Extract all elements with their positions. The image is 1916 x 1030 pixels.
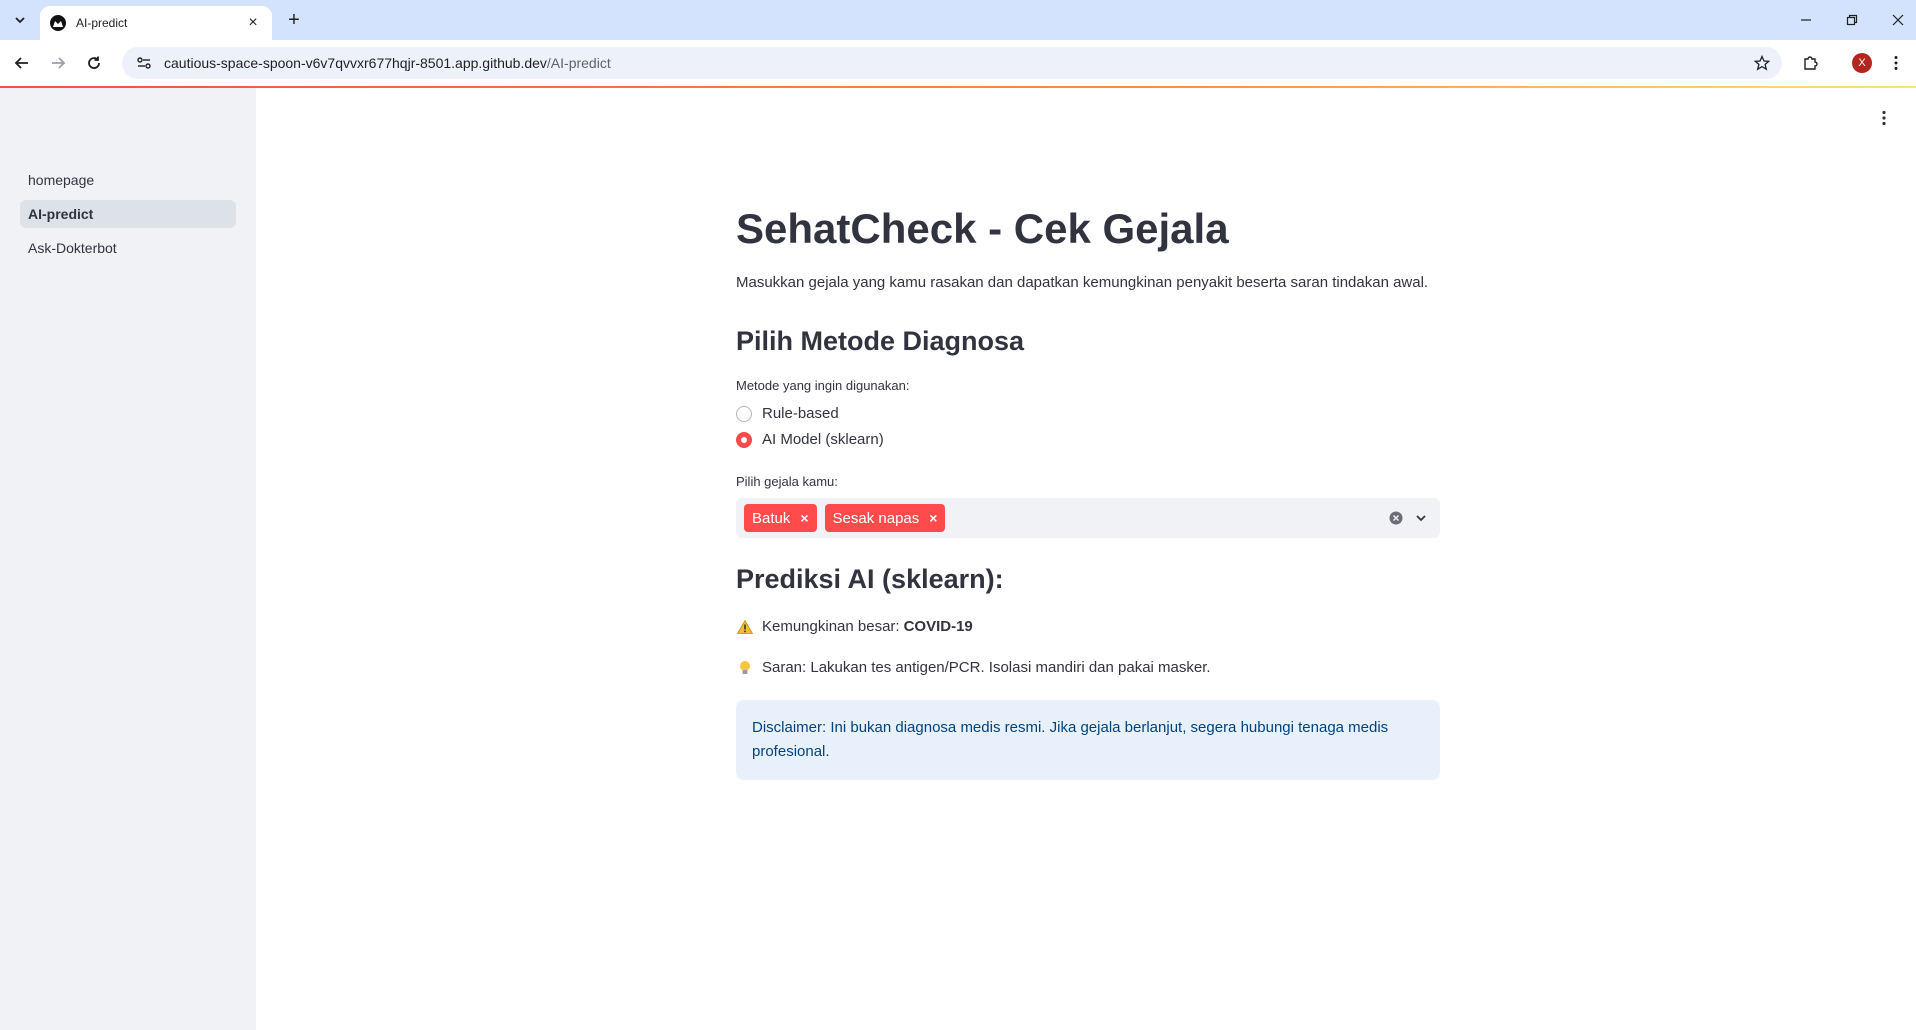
method-heading: Pilih Metode Diagnosa [736,326,1025,356]
sidebar-item-label: AI-predict [28,206,94,222]
app-main-menu-button[interactable] [1872,106,1896,130]
sidebar-item-homepage[interactable]: homepage [20,166,236,194]
method-label: Metode yang ingin digunakan: [736,378,910,393]
radio-rule-based[interactable]: Rule-based [736,405,839,422]
remove-chip-icon[interactable]: × [929,510,937,526]
radio-ai-model[interactable]: AI Model (sklearn) [736,431,884,448]
sidebar-item-ask-dokterbot[interactable]: Ask-Dokterbot [20,234,236,262]
prediction-result: Kemungkinan besar: COVID-19 [736,618,973,635]
browser-tabbar: AI-predict × + [0,0,1916,40]
address-bar[interactable]: cautious-space-spoon-v6v7qvvxr677hqjr-85… [122,47,1782,79]
sidebar: homepage AI-predict Ask-Dokterbot [0,88,256,1030]
prediction-heading: Prediksi AI (sklearn): [736,564,1004,594]
restore-window-icon[interactable] [1840,8,1864,32]
page-header-decoration [0,86,1916,88]
more-vertical-icon [1882,110,1886,126]
radio-circle-checked[interactable] [736,431,752,448]
chevron-down-icon [15,17,25,24]
tab-title: AI-predict [76,16,128,30]
radio-label: Rule-based [762,405,839,422]
new-tab-button[interactable]: + [282,8,306,32]
chevron-down-icon[interactable] [1412,509,1430,527]
disclaimer-alert: Disclaimer: Ini bukan diagnosa medis res… [736,700,1440,780]
extensions-button[interactable] [1798,51,1822,75]
streamlit-favicon-icon [50,15,66,31]
symptom-chip-batuk: Batuk × [744,504,817,532]
bookmark-star-icon[interactable] [1752,53,1772,73]
symptom-label: Pilih gejala kamu: [736,474,838,489]
intro-text: Masukkan gejala yang kamu rasakan dan da… [736,274,1429,291]
url-host: cautious-space-spoon-v6v7qvvxr677hqjr-85… [164,55,547,71]
sidebar-item-label: Ask-Dokterbot [28,240,117,256]
more-vertical-icon [1894,56,1898,70]
arrow-right-icon [52,57,66,69]
back-button[interactable] [10,51,34,75]
minimize-window-icon[interactable] [1794,8,1818,32]
symptom-multiselect[interactable]: Batuk × Sesak napas × [736,498,1440,538]
site-info-icon[interactable] [134,53,154,73]
reload-icon [88,56,100,69]
page-title: SehatCheck - Cek Gejala [736,205,1229,252]
chip-label: Batuk [752,509,791,527]
puzzle-icon [1804,56,1818,70]
sidebar-item-ai-predict[interactable]: AI-predict [20,200,236,228]
suggestion-text: Saran: Lakukan tes antigen/PCR. Isolasi … [762,659,1211,676]
prediction-value: COVID-19 [903,618,973,635]
symptom-chip-sesak-napas: Sesak napas × [824,504,946,532]
chip-label: Sesak napas [832,509,920,527]
radio-circle[interactable] [736,405,752,422]
clear-all-icon[interactable] [1388,510,1404,526]
forward-button[interactable] [46,51,70,75]
close-window-icon[interactable] [1886,8,1910,32]
browser-toolbar: cautious-space-spoon-v6v7qvvxr677hqjr-85… [0,40,1916,86]
url-path: /AI-predict [546,55,611,71]
remove-chip-icon[interactable]: × [800,510,808,526]
reload-button[interactable] [82,51,106,75]
profile-button[interactable]: X [1850,51,1874,75]
suggestion-row: Saran: Lakukan tes antigen/PCR. Isolasi … [736,659,1211,676]
browser-tab-active[interactable]: AI-predict × [40,6,272,40]
radio-label: AI Model (sklearn) [762,431,884,448]
arrow-left-icon [14,57,28,69]
tab-search-button[interactable] [8,8,32,32]
warning-icon [736,619,754,634]
avatar: X [1852,53,1872,73]
browser-menu-button[interactable] [1884,51,1908,75]
lightbulb-icon [736,660,754,676]
close-tab-icon[interactable]: × [244,14,262,32]
prediction-prefix: Kemungkinan besar: [762,618,900,635]
sidebar-item-label: homepage [28,172,95,188]
